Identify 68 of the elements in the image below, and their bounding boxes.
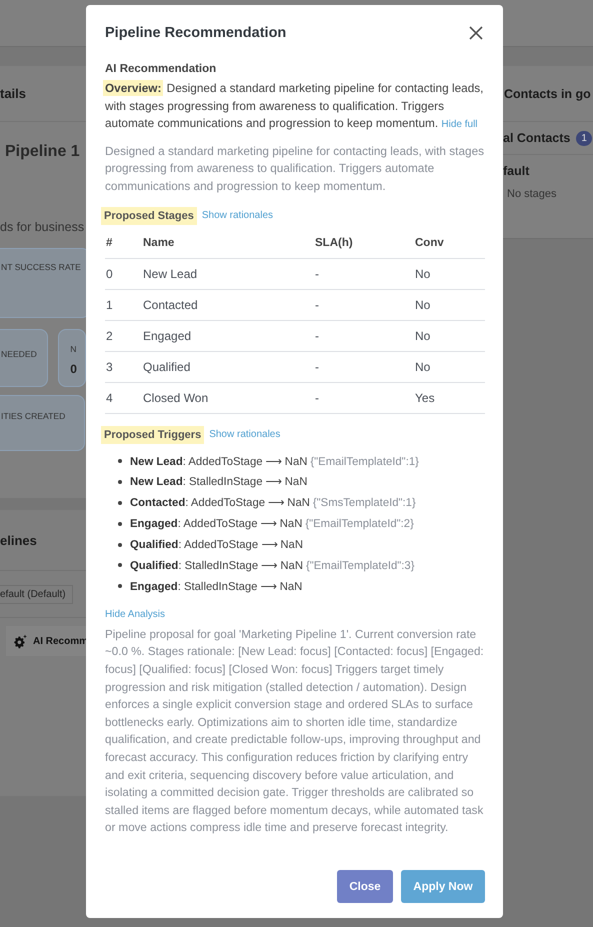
table-cell: Engaged (142, 320, 314, 352)
section-heading: elines (0, 532, 37, 548)
bullet-icon (118, 459, 122, 463)
overview-text: Overview: Designed a standard marketing pipeline for contacting leads, with stages progressing from awareness to qualification. Triggers automate communications and progression to keep momentum. Hide full (105, 80, 484, 132)
column-header: Conv (414, 228, 485, 258)
table-cell: - (314, 289, 414, 320)
trigger-item: Contacted: AddedToStage ⟶ NaN {"SmsTemplateId":1} (130, 496, 416, 510)
column-header: Name (142, 228, 314, 258)
bullet-icon (118, 584, 122, 588)
bullet-icon (118, 563, 122, 568)
trigger-item: New Lead: AddedToStage ⟶ NaN {"EmailTemplateId":1} (130, 454, 419, 468)
metric-value: 0 (70, 362, 78, 376)
table-cell: No (414, 258, 485, 290)
table-cell: Qualified (142, 351, 314, 382)
dialog-button[interactable]: Apply Now (401, 870, 485, 903)
pipeline-name: fault (503, 164, 530, 178)
metric-label: NEEDED (1, 349, 37, 359)
table-cell: No (414, 320, 485, 352)
table-cell: New Lead (142, 258, 314, 290)
bullet-icon (118, 500, 122, 505)
trigger-item: Qualified: AddedToStage ⟶ NaN (130, 538, 303, 552)
table-cell: No (414, 351, 485, 382)
metric-label: N (70, 344, 78, 354)
empty-text: No stages (506, 188, 558, 200)
analysis-text: Pipeline proposal for goal 'Marketing Pipeline 1'. Current conversion rate ~0.0 %. Stages rationale: [New Lead: focus] [Contacted: focus] [Engaged: focus] [Qualified: focus] [Closed Won: focus] Triggers target timely progression and risk mitigation (stalled detection / automation). Design enforces a single explicit conversion stage and ordered SLAs to surface bottlenecks early. Optimizations aim to shorten idle time, standardize qualification, and create predictable follow-ups, improving throughput and forecast accuracy. This configuration reduces friction by clarifying entry and exit criteria, sequencing discovery before value articulation, and isolating a committed decision gate. Trigger thresholds are calibrated so stalled items are flagged before momentum decays, while automated task or move actions compress idle time and preserve forecast integrity. (105, 626, 485, 836)
trigger-item: Qualified: StalledInStage ⟶ NaN {"EmailTemplateId":3} (130, 558, 414, 572)
section-heading: tails (0, 86, 26, 101)
trigger-item: Engaged: StalledInStage ⟶ NaN (130, 580, 302, 593)
stages-label: Proposed Stages (101, 206, 197, 225)
table-cell: Closed Won (142, 382, 314, 414)
section-heading: Contacts in go (504, 86, 591, 100)
table-cell: 3 (105, 351, 142, 382)
hide-full-link[interactable]: Hide full (441, 119, 478, 130)
pipeline-description: ds for business (0, 220, 86, 234)
bullet-icon (118, 522, 122, 526)
table-cell: 1 (105, 289, 142, 320)
metric-label: ITIES CREATED (1, 411, 66, 421)
metric-label: NT SUCCESS RATE (1, 262, 81, 272)
table-cell: No (414, 289, 485, 320)
triggers-label: Proposed Triggers (101, 426, 204, 444)
dialog-title: Pipeline Recommendation (105, 25, 286, 41)
bullet-icon (118, 542, 122, 547)
table-cell: Contacted (142, 289, 314, 320)
gear-sparkle-icon (12, 634, 28, 648)
table-cell: - (314, 258, 414, 290)
table-cell: Yes (414, 382, 485, 414)
table-cell: 4 (105, 382, 142, 414)
trigger-item: Engaged: AddedToStage ⟶ NaN {"EmailTemplateId":2} (130, 517, 414, 530)
hide-analysis-link[interactable]: Hide Analysis (105, 608, 485, 620)
contacts-heading: al Contacts (503, 131, 570, 145)
full-description: Designed a standard marketing pipeline for contacting leads, with stages progressing from awareness to qualification. Triggers automate communications and progression to keep momentum. (105, 142, 485, 195)
section-title: AI Recommendation (105, 63, 218, 75)
dialog-button[interactable]: Close (337, 870, 393, 903)
show-rationales-link[interactable]: Show rationales (209, 429, 280, 440)
table-cell: - (314, 351, 414, 382)
table-cell: - (314, 320, 414, 352)
pipeline-select[interactable]: efault (Default) (0, 584, 73, 604)
column-header: # (105, 228, 142, 258)
trigger-item: New Lead: StalledInStage ⟶ NaN (130, 475, 308, 488)
column-header: SLA(h) (314, 228, 414, 258)
table-cell: 0 (105, 258, 142, 290)
table-cell: - (314, 382, 414, 414)
count-badge: 1 (576, 130, 592, 146)
table-cell: 2 (105, 320, 142, 352)
show-rationales-link[interactable]: Show rationales (202, 210, 274, 222)
close-icon[interactable] (469, 26, 483, 40)
pipeline-title: Pipeline 1 (5, 143, 80, 161)
bullet-icon (118, 480, 122, 484)
